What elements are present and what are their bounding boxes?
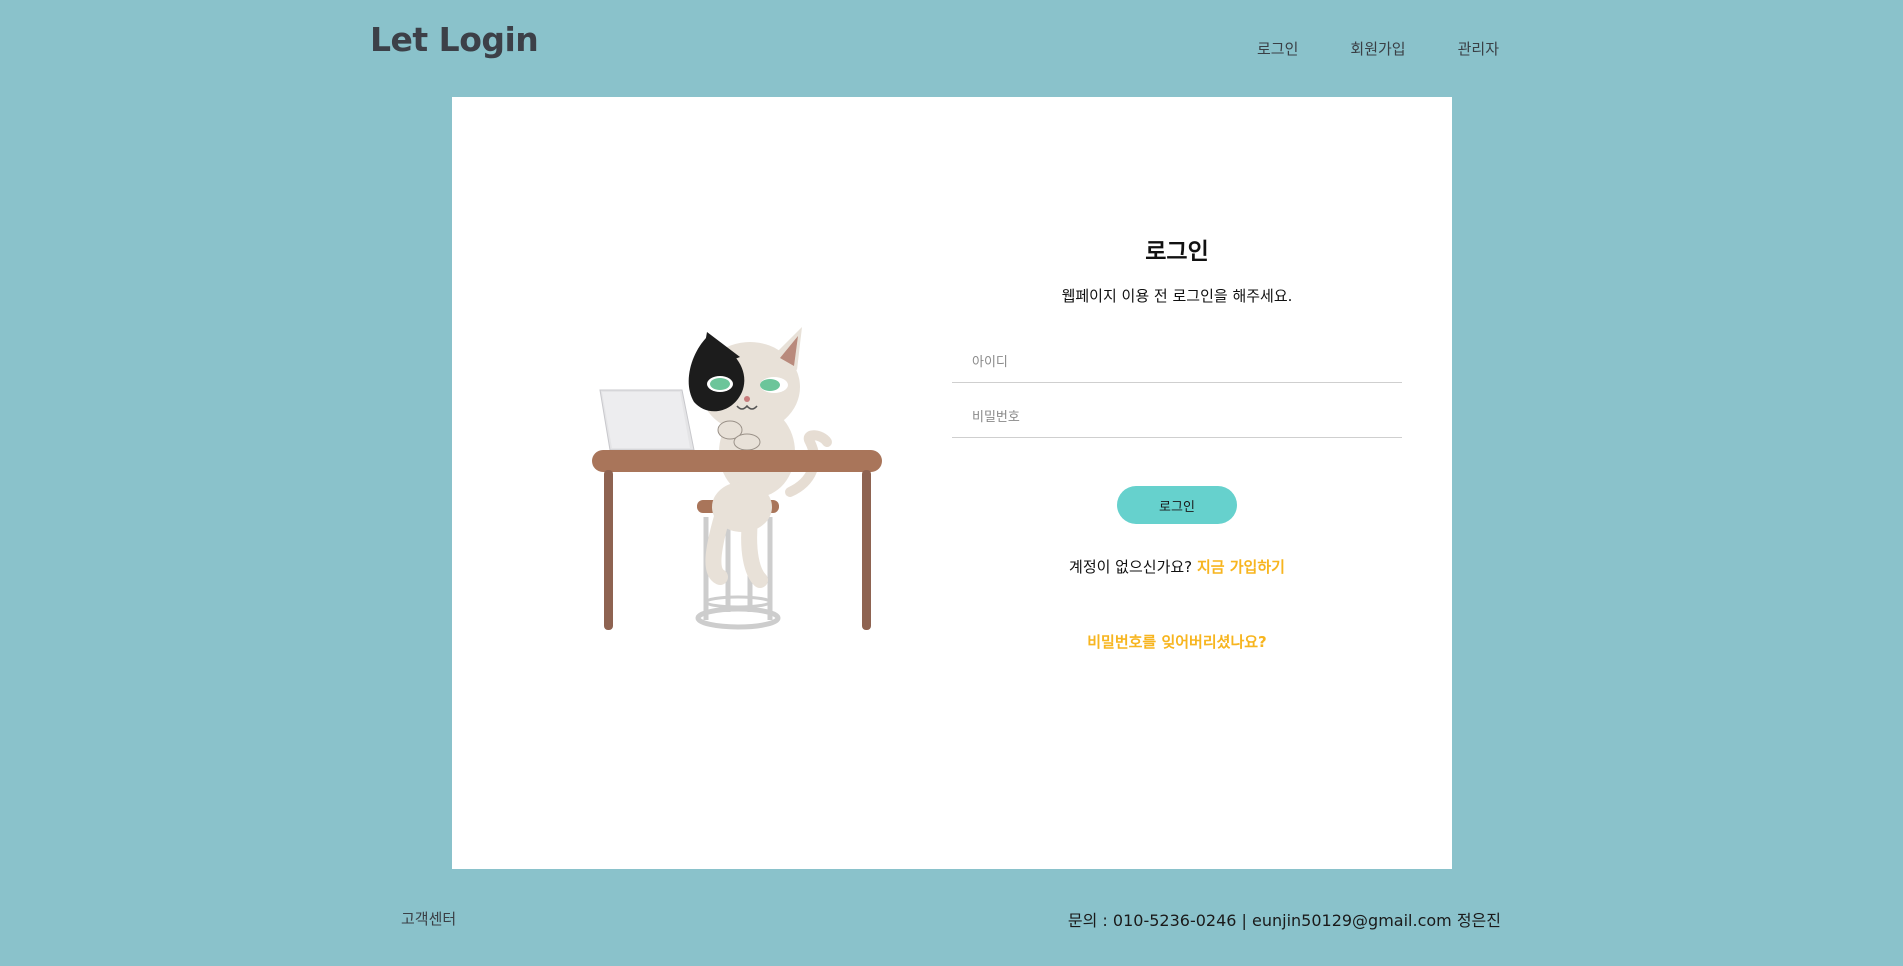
nav-admin-link[interactable]: 관리자 <box>1458 38 1499 59</box>
signup-prompt-line: 계정이 없으신가요? 지금 가입하기 <box>952 556 1402 577</box>
customer-center-link[interactable]: 고객센터 <box>401 908 456 929</box>
cat-at-desk-illustration <box>582 322 882 632</box>
signup-link[interactable]: 지금 가입하기 <box>1197 558 1285 576</box>
login-card: 로그인 웹페이지 이용 전 로그인을 해주세요. 로그인 계정이 없으신가요? … <box>452 97 1452 869</box>
top-nav: 로그인 회원가입 관리자 <box>1257 38 1499 59</box>
nav-signup-link[interactable]: 회원가입 <box>1350 38 1405 59</box>
signup-prompt-text: 계정이 없으신가요? <box>1069 558 1193 576</box>
forgot-password-link[interactable]: 비밀번호를 잊어버리셨나요? <box>952 631 1402 652</box>
site-logo[interactable]: Let Login <box>370 20 539 59</box>
login-form: 로그인 웹페이지 이용 전 로그인을 해주세요. 로그인 계정이 없으신가요? … <box>952 237 1402 652</box>
site-header: Let Login 로그인 회원가입 관리자 <box>0 0 1903 95</box>
login-title: 로그인 <box>1145 239 1209 265</box>
password-input[interactable] <box>952 398 1402 438</box>
contact-info: 문의 : 010-5236-0246 | eunjin50129@gmail.c… <box>1067 911 1501 930</box>
login-subtitle: 웹페이지 이용 전 로그인을 해주세요. <box>1061 287 1293 305</box>
user-id-input[interactable] <box>952 343 1402 383</box>
login-button[interactable]: 로그인 <box>1117 486 1237 524</box>
nav-login-link[interactable]: 로그인 <box>1257 38 1298 59</box>
